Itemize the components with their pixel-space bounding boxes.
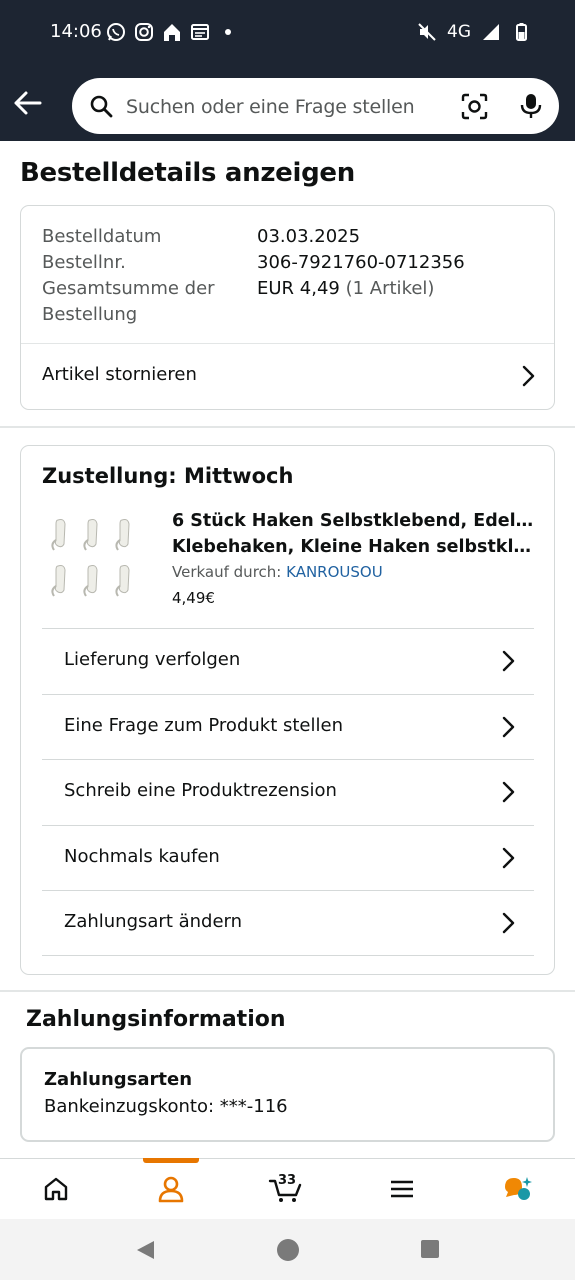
shipment-card: Zustellung: Mittwoch 6 Stück Haken Selbs…	[20, 445, 555, 975]
payment-methods-card: Zahlungsarten Bankeinzugskonto: ***-116	[20, 1047, 555, 1142]
search-icon	[90, 95, 113, 118]
product-image[interactable]	[46, 514, 146, 610]
section-separator	[0, 990, 575, 992]
dot-icon	[225, 29, 231, 35]
seller-link[interactable]: KANROUSOU	[286, 563, 383, 581]
home-icon	[44, 1177, 68, 1201]
product-title[interactable]: 6 Stück Haken Selbstklebend, Edelstahl K…	[172, 508, 537, 560]
bottom-navigation: 33	[0, 1158, 575, 1219]
order-total-value: EUR 4,49 (1 Artikel)	[257, 276, 434, 302]
payment-section-title: Zahlungsinformation	[26, 1007, 286, 1032]
chevron-right-icon	[502, 650, 515, 672]
action-label: Zahlungsart ändern	[64, 911, 243, 933]
order-number-value: 306-7921760-0712356	[257, 252, 465, 273]
home-app-icon	[164, 24, 180, 41]
product-price: 4,49€	[172, 589, 215, 607]
instagram-icon	[135, 23, 153, 41]
back-triangle-icon[interactable]	[134, 1239, 156, 1261]
order-total-label-cont: Bestellung	[42, 304, 138, 325]
chevron-right-icon	[502, 913, 515, 934]
action-label: Nochmals kaufen	[64, 845, 220, 867]
order-total-amount: EUR 4,49	[257, 278, 340, 299]
search-input[interactable]: Suchen oder eine Frage stellen	[72, 78, 559, 134]
search-header: Suchen oder eine Frage stellen	[0, 64, 575, 141]
cancel-items-row[interactable]: Artikel stornieren	[21, 344, 554, 410]
calendar-icon	[191, 24, 209, 40]
buy-again-row[interactable]: Nochmals kaufen	[42, 824, 534, 891]
notification-icons	[106, 22, 238, 42]
system-icons: 4G	[417, 22, 531, 42]
back-arrow-icon[interactable]	[12, 88, 46, 118]
order-number-label: Bestellnr.	[42, 252, 126, 273]
menu-icon	[391, 1180, 413, 1198]
seller-info: Verkauf durch: KANROUSOU	[172, 563, 383, 581]
chevron-right-icon	[502, 716, 515, 737]
mute-icon	[418, 23, 436, 41]
assistant-icon	[505, 1177, 532, 1200]
nav-rufus[interactable]	[488, 1159, 548, 1219]
change-payment-row[interactable]: Zahlungsart ändern	[42, 890, 534, 956]
camera-search-icon[interactable]	[461, 93, 488, 120]
product-title-line2: Klebehaken, Kleine Haken selbstkleb…	[172, 537, 537, 557]
action-label: Lieferung verfolgen	[64, 649, 241, 670]
network-type: 4G	[447, 22, 471, 42]
chevron-right-icon	[502, 781, 515, 803]
nav-cart[interactable]: 33	[256, 1159, 316, 1219]
product-title-line1: 6 Stück Haken Selbstklebend, Edelstahl	[172, 511, 537, 531]
action-label: Eine Frage zum Produkt stellen	[64, 714, 343, 736]
order-summary-card: Bestelldatum 03.03.2025 Bestellnr. 306-7…	[20, 205, 555, 410]
nav-home[interactable]	[26, 1159, 86, 1219]
order-item-count: (1 Artikel)	[345, 278, 435, 299]
payment-methods-title: Zahlungsarten	[44, 1069, 193, 1090]
delivery-title: Zustellung: Mittwoch	[42, 464, 294, 488]
order-total-label: Gesamtsumme der	[42, 278, 215, 299]
nav-menu[interactable]	[372, 1159, 432, 1219]
payment-method-value: Bankeinzugskonto: ***-116	[44, 1096, 288, 1117]
cart-count-badge: 33	[278, 1173, 297, 1188]
page-title: Bestelldetails anzeigen	[20, 158, 355, 188]
ask-question-row[interactable]: Eine Frage zum Produkt stellen	[42, 693, 534, 760]
user-icon	[158, 1176, 184, 1203]
cancel-items-label: Artikel stornieren	[42, 364, 197, 385]
recents-square-icon[interactable]	[420, 1239, 440, 1259]
whatsapp-icon	[107, 23, 125, 41]
status-bar: 14:06 4G	[0, 0, 575, 64]
search-placeholder: Suchen oder eine Frage stellen	[126, 96, 415, 118]
status-time: 14:06	[50, 21, 102, 42]
track-delivery-row[interactable]: Lieferung verfolgen	[42, 628, 534, 694]
signal-icon	[483, 24, 499, 40]
order-date-value: 03.03.2025	[257, 226, 361, 247]
chevron-right-icon	[502, 847, 515, 868]
write-review-row[interactable]: Schreib eine Produktrezension	[42, 759, 534, 825]
action-label: Schreib eine Produktrezension	[64, 780, 337, 802]
microphone-icon[interactable]	[519, 92, 543, 120]
system-navigation-bar	[0, 1219, 575, 1280]
section-separator	[0, 426, 575, 428]
battery-icon	[516, 23, 527, 41]
chevron-right-icon	[522, 365, 535, 387]
home-circle-icon[interactable]	[276, 1238, 300, 1262]
seller-label: Verkauf durch:	[172, 563, 282, 581]
order-date-label: Bestelldatum	[42, 226, 162, 247]
nav-account[interactable]	[141, 1159, 201, 1219]
shipment-actions: Lieferung verfolgen Eine Frage zum Produ…	[42, 628, 534, 956]
